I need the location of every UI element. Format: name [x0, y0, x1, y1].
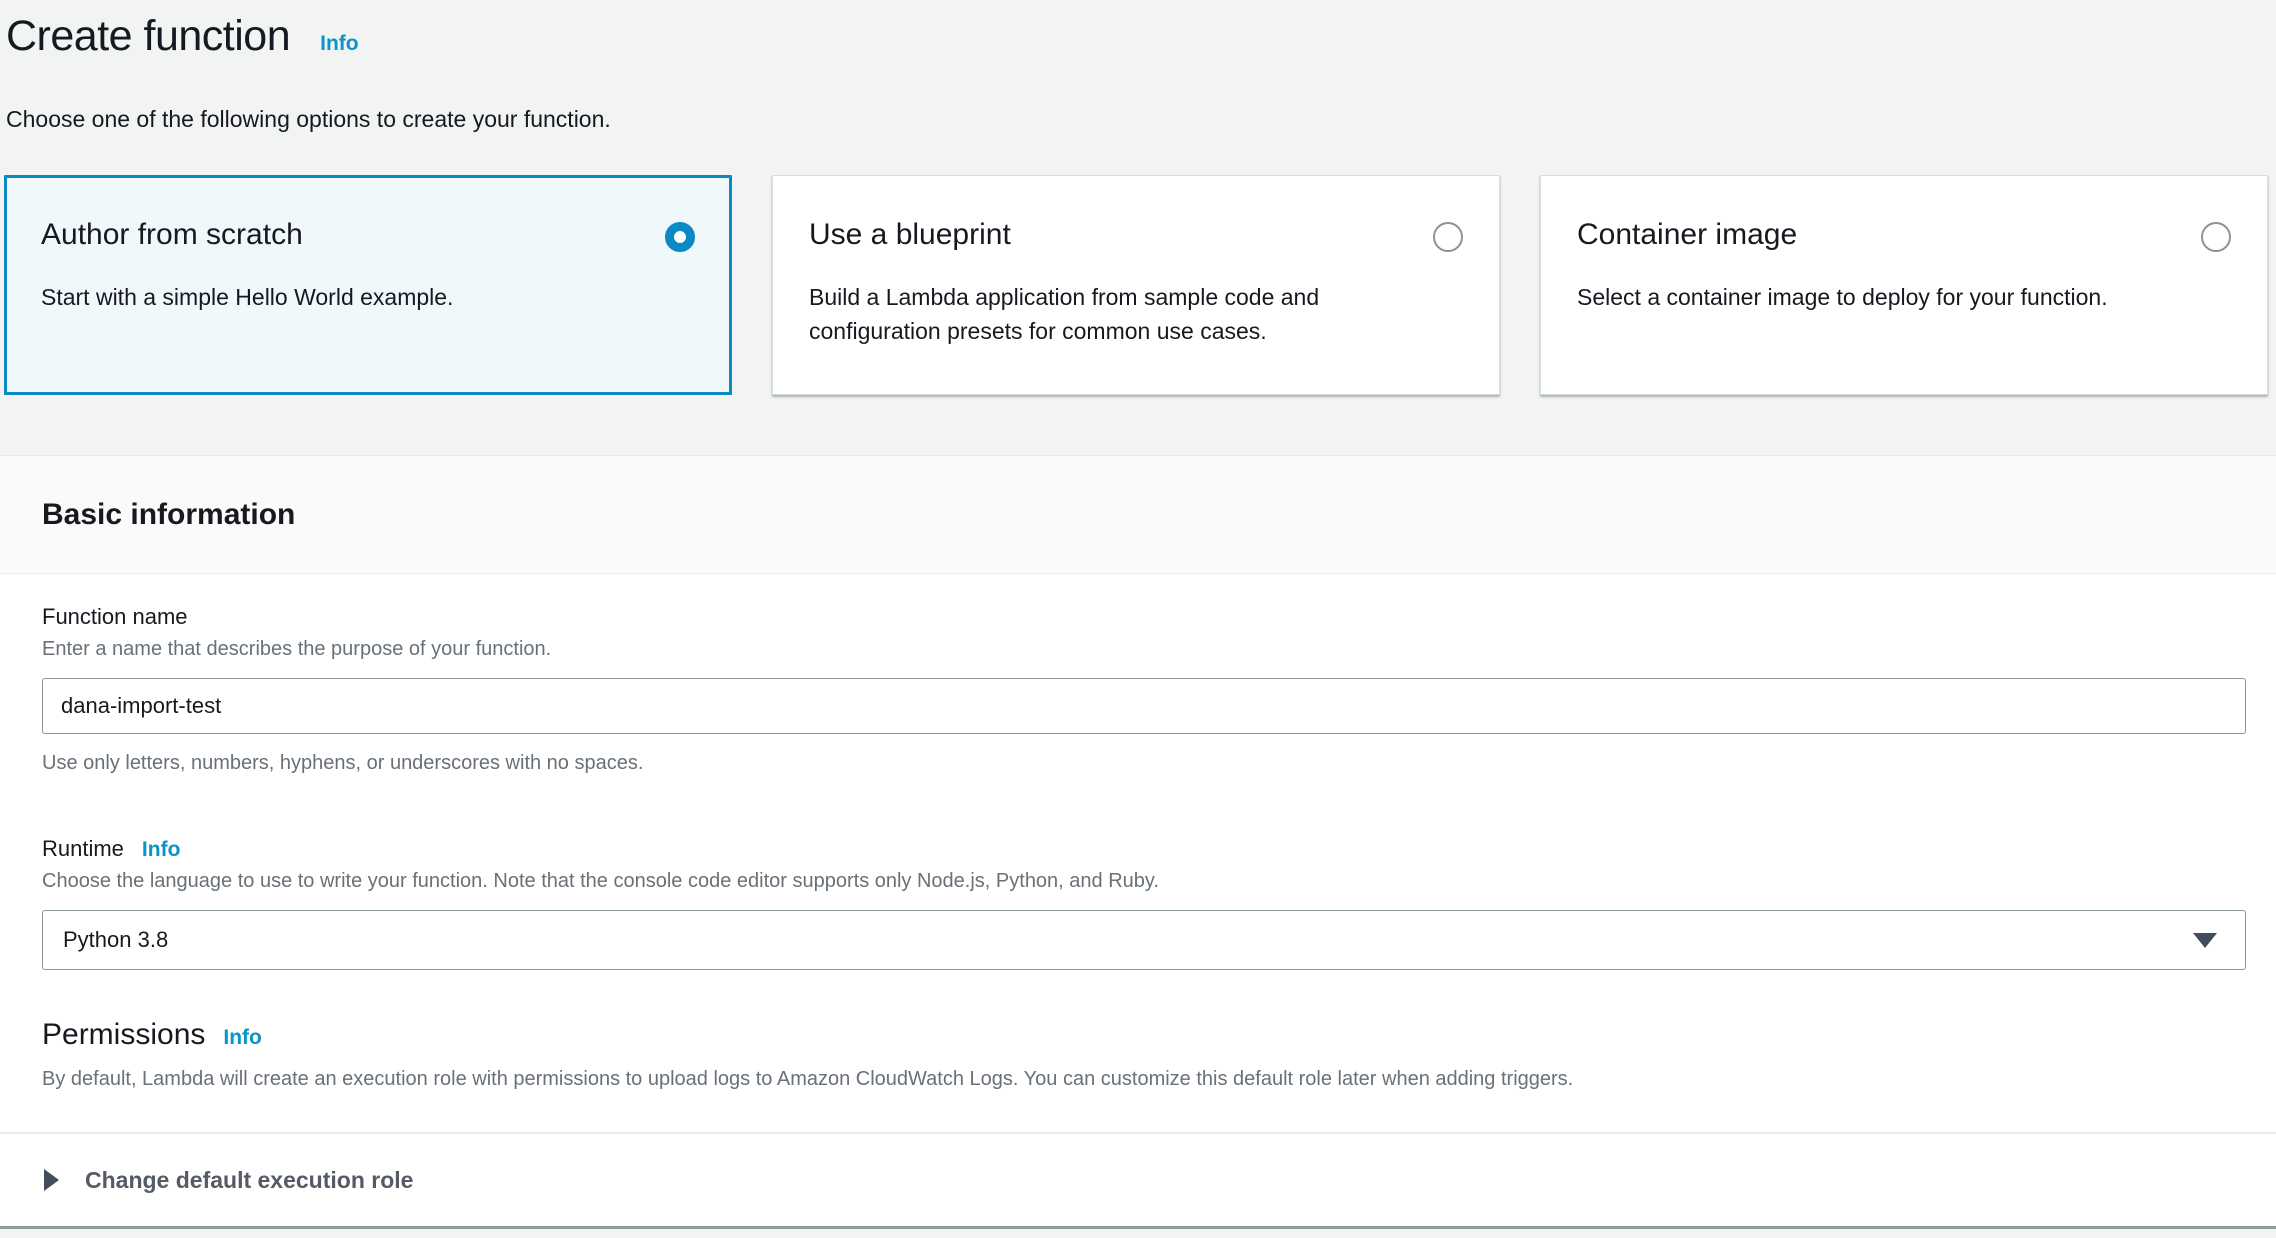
panel-bottom-border	[0, 1226, 2276, 1229]
function-name-input[interactable]	[42, 678, 2246, 734]
runtime-label: Runtime	[42, 834, 124, 864]
dropdown-caret-icon	[2193, 933, 2217, 948]
runtime-field-group: Runtime Info Choose the language to use …	[42, 834, 2246, 970]
basic-information-header: Basic information	[0, 456, 2276, 574]
option-card-title: Container image	[1577, 216, 1797, 254]
runtime-select[interactable]: Python 3.8	[42, 910, 2246, 970]
option-card-description: Select a container image to deploy for y…	[1577, 280, 2129, 315]
function-name-description: Enter a name that describes the purpose …	[42, 636, 2246, 662]
radio-selected-icon[interactable]	[665, 222, 695, 252]
permissions-description: By default, Lambda will create an execut…	[42, 1066, 2246, 1092]
permissions-section: Permissions Info By default, Lambda will…	[42, 1018, 2246, 1092]
option-card-container-image[interactable]: Container image Select a container image…	[1540, 175, 2268, 395]
option-card-use-a-blueprint[interactable]: Use a blueprint Build a Lambda applicati…	[772, 175, 1500, 395]
permissions-info-link[interactable]: Info	[223, 1026, 261, 1050]
basic-information-title: Basic information	[42, 498, 295, 532]
basic-information-panel: Basic information Function name Enter a …	[0, 455, 2276, 1229]
page-header: Create function Info Choose one of the f…	[0, 0, 2276, 135]
runtime-info-link[interactable]: Info	[142, 838, 180, 862]
permissions-heading: Permissions	[42, 1018, 205, 1052]
page-title-info-link[interactable]: Info	[320, 32, 358, 56]
function-name-constraint: Use only letters, numbers, hyphens, or u…	[42, 750, 2246, 776]
expander-arrow-icon	[44, 1169, 59, 1191]
runtime-selected-value: Python 3.8	[63, 927, 168, 953]
change-default-execution-role-expander[interactable]: Change default execution role	[0, 1134, 2276, 1226]
function-name-field-group: Function name Enter a name that describe…	[42, 602, 2246, 776]
option-card-title: Use a blueprint	[809, 216, 1011, 254]
runtime-description: Choose the language to use to write your…	[42, 868, 2246, 894]
page-title: Create function	[6, 12, 290, 61]
radio-unselected-icon[interactable]	[1433, 222, 1463, 252]
creation-option-cards: Author from scratch Start with a simple …	[4, 175, 2268, 395]
function-name-label: Function name	[42, 602, 2246, 632]
page-subtitle: Choose one of the following options to c…	[6, 105, 2268, 135]
option-card-author-from-scratch[interactable]: Author from scratch Start with a simple …	[4, 175, 732, 395]
expander-label: Change default execution role	[85, 1164, 413, 1196]
radio-unselected-icon[interactable]	[2201, 222, 2231, 252]
option-card-description: Build a Lambda application from sample c…	[809, 280, 1361, 349]
option-card-description: Start with a simple Hello World example.	[41, 280, 593, 315]
option-card-title: Author from scratch	[41, 216, 303, 254]
